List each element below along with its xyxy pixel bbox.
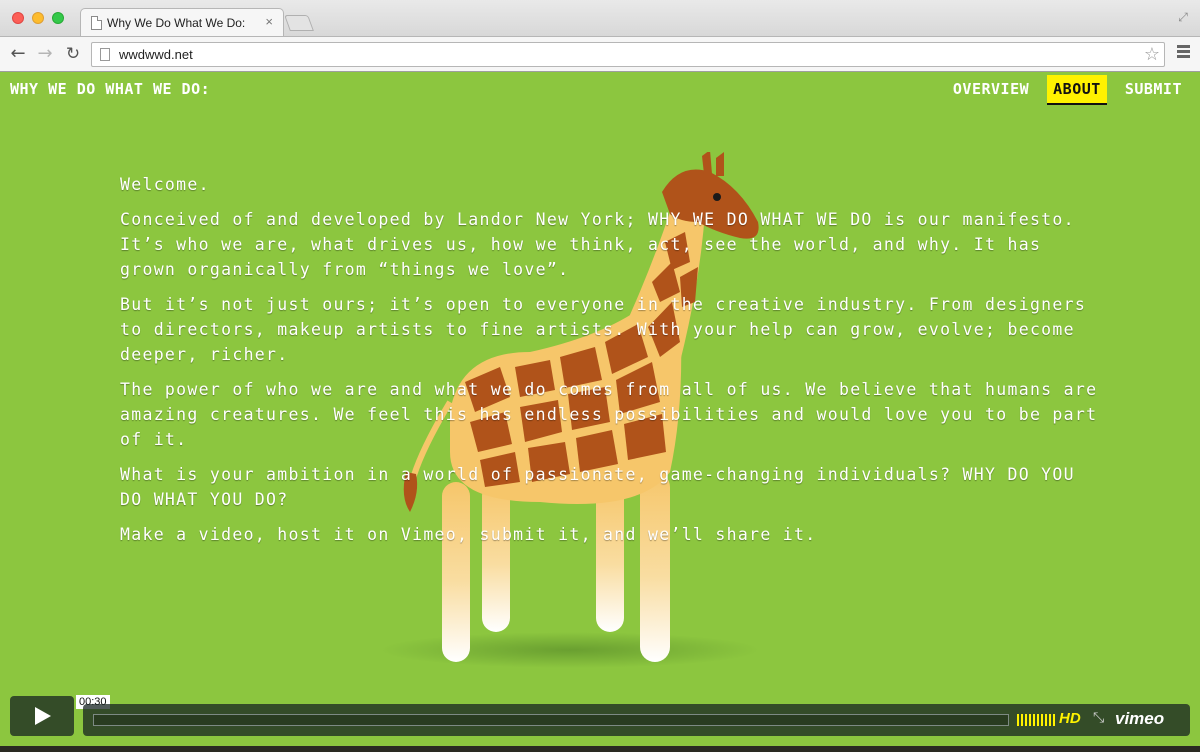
menu-icon[interactable] xyxy=(1177,45,1190,60)
paragraph-welcome: Welcome. xyxy=(120,175,210,194)
minimize-window-button[interactable] xyxy=(32,12,44,24)
page-content: WHY WE DO WHAT WE DO: OVERVIEW ABOUT SUB… xyxy=(0,72,1200,752)
browser-titlebar: Why We Do What We Do: × ⤢ xyxy=(0,0,1200,37)
browser-tab[interactable]: Why We Do What We Do: × xyxy=(80,8,284,37)
paragraph-open: But it’s not just ours; it’s open to eve… xyxy=(120,295,1087,364)
about-text: Welcome. Conceived of and developed by L… xyxy=(120,172,1100,557)
forward-arrow-icon[interactable]: → xyxy=(34,43,56,65)
paragraph-ambition: What is your ambition in a world of pass… xyxy=(120,465,1075,509)
nav-submit[interactable]: SUBMIT xyxy=(1119,75,1188,105)
paragraph-power: The power of who we are and what we do c… xyxy=(120,380,1098,449)
tab-close-icon[interactable]: × xyxy=(265,14,273,29)
back-arrow-icon[interactable]: ← xyxy=(7,43,29,65)
site-nav: OVERVIEW ABOUT SUBMIT xyxy=(947,75,1200,105)
bookmark-star-icon[interactable]: ☆ xyxy=(1144,44,1160,65)
nav-about[interactable]: ABOUT xyxy=(1047,75,1107,105)
video-progress-bar[interactable] xyxy=(93,714,1009,726)
close-window-button[interactable] xyxy=(12,12,24,24)
browser-toolbar: ← → ↻ wwdwwd.net ☆ xyxy=(0,36,1200,72)
url-text[interactable]: wwdwwd.net xyxy=(119,47,193,62)
fullscreen-icon[interactable]: ⤢ xyxy=(1176,10,1190,24)
nav-overview[interactable]: OVERVIEW xyxy=(947,75,1035,105)
page-icon xyxy=(91,16,102,30)
site-title[interactable]: WHY WE DO WHAT WE DO: xyxy=(10,80,210,98)
video-control-bar: HD ⤡ vimeo xyxy=(83,704,1190,736)
address-bar[interactable]: wwdwwd.net ☆ xyxy=(91,42,1165,67)
vimeo-logo[interactable]: vimeo xyxy=(1115,709,1164,729)
play-button[interactable] xyxy=(10,696,74,736)
reload-icon[interactable]: ↻ xyxy=(62,43,84,65)
tab-title: Why We Do What We Do: xyxy=(107,16,246,30)
page-icon xyxy=(100,48,110,61)
zoom-window-button[interactable] xyxy=(52,12,64,24)
paragraph-intro: Conceived of and developed by Landor New… xyxy=(120,210,1075,279)
volume-icon[interactable] xyxy=(1017,714,1055,726)
new-tab-button[interactable] xyxy=(284,15,314,31)
paragraph-call-to-action: Make a video, host it on Vimeo, submit i… xyxy=(120,525,817,544)
bottom-strip xyxy=(0,746,1200,752)
hd-toggle[interactable]: HD xyxy=(1059,710,1081,727)
fullscreen-icon[interactable]: ⤡ xyxy=(1093,710,1104,726)
